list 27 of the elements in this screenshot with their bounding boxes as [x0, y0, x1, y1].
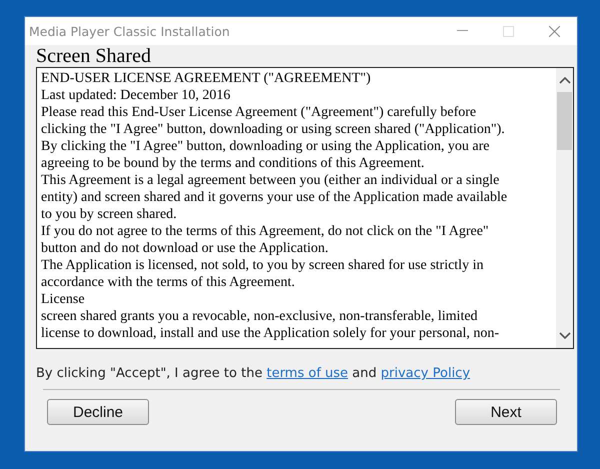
- license-line: By clicking the "I Agree" button, downloading or using the Application, you are: [41, 138, 490, 155]
- license-line: Last updated: December 10, 2016: [41, 87, 232, 104]
- privacy-link[interactable]: privacy Policy: [380, 366, 470, 381]
- scroll-up-icon[interactable]: [558, 76, 570, 84]
- consent-text: By clicking "Accept", I agree to the terms of use and privacy Policy: [36, 366, 472, 381]
- license-line: This Agreement is a legal agreement between you (either an individual or a single: [41, 172, 500, 189]
- decline-button[interactable]: Decline: [47, 399, 149, 425]
- license-line: license to download, install and use the Application solely for your personal, non-: [41, 325, 500, 342]
- license-line: The Application is licensed, not sold, to you by screen shared for use strictly in: [41, 257, 484, 274]
- license-line: accordance with the terms of this Agreement.: [41, 274, 296, 291]
- license-line: If you do not agree to the terms of this Agreement, do not click on the "I Agree": [41, 223, 490, 240]
- license-line: button and do not download or use the Application.: [41, 240, 330, 257]
- window-title: Media Player Classic Installation: [29, 24, 231, 38]
- license-line: agreeing to be bound by the terms and conditions of this Agreement.: [41, 155, 426, 172]
- license-line: END-USER LICENSE AGREEMENT ("AGREEMENT"): [41, 70, 372, 87]
- heading: Screen Shared: [36, 45, 152, 67]
- license-line: to you by screen shared.: [41, 206, 178, 223]
- scrollbar[interactable]: [556, 68, 573, 348]
- scroll-down-icon[interactable]: [558, 332, 570, 340]
- next-button[interactable]: Next: [455, 399, 557, 425]
- license-line: Please read this End-User License Agreement ("Agreement") carefully before: [41, 104, 478, 121]
- license-line: entity) and screen shared and it governs your use of the Application made available: [41, 189, 508, 206]
- license-line: screen shared grants you a revocable, non-exclusive, non-transferable, limited: [41, 308, 479, 325]
- scroll-thumb[interactable]: [557, 92, 572, 150]
- license-line: clicking the "I Agree" button, downloading or using screen shared ("Application").: [41, 121, 506, 138]
- license-line: License: [41, 291, 86, 308]
- terms-link[interactable]: terms of use: [266, 366, 348, 381]
